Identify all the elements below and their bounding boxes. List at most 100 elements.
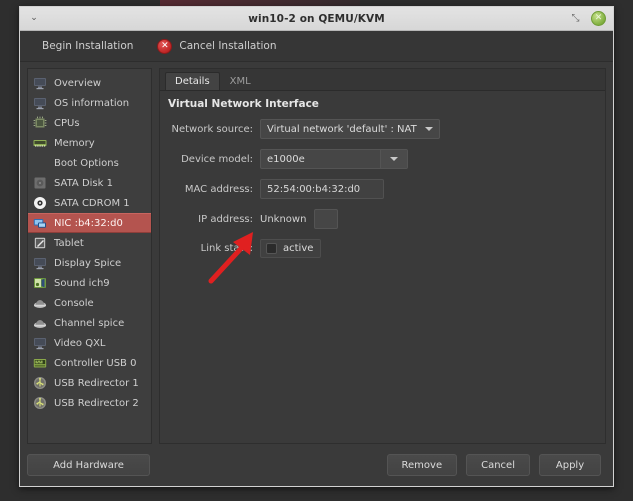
hardware-list[interactable]: Overview OS information CPUs Memory Boot O…	[27, 68, 152, 444]
cancel-installation-button[interactable]: ✕ Cancel Installation	[153, 36, 280, 57]
sidebar-item-label: SATA Disk 1	[54, 177, 113, 189]
ip-address-row: IP address: Unknown	[168, 209, 595, 229]
desktop-background: ⌄ win10-2 on QEMU/KVM ⤡ ✕ Begin Installa…	[0, 0, 633, 501]
cpu-chip-icon	[33, 116, 47, 130]
monitor-icon	[33, 336, 47, 350]
sidebar-item-display-spice[interactable]: Display Spice	[28, 253, 151, 273]
window-footer: Add Hardware Remove Cancel Apply	[20, 444, 613, 486]
sidebar-item-controller-usb-0[interactable]: Controller USB 0	[28, 353, 151, 373]
sidebar-item-label: Channel spice	[54, 317, 125, 329]
close-icon[interactable]: ✕	[591, 11, 606, 26]
ip-address-refresh-box[interactable]	[314, 209, 339, 229]
window-titlebar[interactable]: ⌄ win10-2 on QEMU/KVM ⤡ ✕	[20, 7, 613, 31]
sidebar-item-overview[interactable]: Overview	[28, 73, 151, 93]
window-title: win10-2 on QEMU/KVM	[248, 12, 385, 25]
network-source-label: Network source:	[171, 123, 253, 135]
sidebar-item-label: Controller USB 0	[54, 357, 137, 369]
sidebar-item-channel-spice[interactable]: Channel spice	[28, 313, 151, 333]
link-state-row: Link state: active	[168, 239, 595, 258]
network-source-value: Virtual network 'default' : NAT	[267, 123, 417, 135]
device-model-dropdown[interactable]: e1000e	[260, 149, 408, 169]
sidebar-item-nic-b4-32-d0[interactable]: NIC :b4:32:d0	[28, 213, 151, 233]
restore-icon[interactable]: ⤡	[569, 12, 582, 25]
chevron-down-icon[interactable]: ⌄	[27, 12, 41, 26]
usb-redirector-icon	[33, 376, 47, 390]
ip-address-value: Unknown	[260, 213, 307, 225]
chevron-down-icon	[424, 127, 433, 131]
details-pane: Details XML Virtual Network Interface Ne…	[159, 68, 606, 444]
cancel-button[interactable]: Cancel	[466, 454, 530, 476]
sidebar-item-label: USB Redirector 1	[54, 377, 139, 389]
no-icon-placeholder	[33, 156, 47, 170]
monitor-icon	[33, 96, 47, 110]
device-model-row: Device model: e1000e	[168, 149, 595, 169]
tab-xml[interactable]: XML	[220, 72, 261, 90]
network-card-icon	[33, 216, 47, 230]
add-hardware-button[interactable]: Add Hardware	[27, 454, 150, 476]
monitor-icon	[33, 76, 47, 90]
mac-address-field[interactable]: 52:54:00:b4:32:d0	[260, 179, 384, 199]
tab-strip: Details XML	[160, 69, 605, 91]
sidebar-item-sata-cdrom-1[interactable]: SATA CDROM 1	[28, 193, 151, 213]
sidebar-item-label: Console	[54, 297, 94, 309]
cancel-icon: ✕	[157, 38, 173, 54]
usb-redirector-icon	[33, 396, 47, 410]
sidebar-item-label: SATA CDROM 1	[54, 197, 130, 209]
cdrom-icon	[33, 196, 47, 210]
pane-heading: Virtual Network Interface	[168, 98, 319, 110]
disk-icon	[33, 176, 47, 190]
console-icon	[33, 296, 47, 310]
sidebar-item-usb-redirector-1[interactable]: USB Redirector 1	[28, 373, 151, 393]
tab-details[interactable]: Details	[165, 72, 220, 90]
sidebar-item-tablet[interactable]: Tablet	[28, 233, 151, 253]
sidebar-item-cpus[interactable]: CPUs	[28, 113, 151, 133]
window-body: Overview OS information CPUs Memory Boot O…	[20, 62, 613, 444]
sidebar-item-usb-redirector-2[interactable]: USB Redirector 2	[28, 393, 151, 413]
vm-details-window: ⌄ win10-2 on QEMU/KVM ⤡ ✕ Begin Installa…	[19, 6, 614, 487]
sidebar-item-label: Display Spice	[54, 257, 122, 269]
mac-address-label: MAC address:	[184, 183, 253, 195]
sidebar-item-memory[interactable]: Memory	[28, 133, 151, 153]
sidebar-item-label: Tablet	[54, 237, 84, 249]
link-state-label: Link state:	[200, 243, 253, 254]
window-controls: ⤡ ✕	[569, 11, 606, 26]
sidebar-item-video-qxl[interactable]: Video QXL	[28, 333, 151, 353]
network-source-row: Network source: Virtual network 'default…	[168, 119, 595, 139]
sidebar-item-label: Memory	[54, 137, 95, 149]
sidebar-item-label: USB Redirector 2	[54, 397, 139, 409]
begin-installation-label: Begin Installation	[42, 40, 134, 52]
chevron-down-icon[interactable]	[380, 150, 407, 168]
tablet-pen-icon	[33, 236, 47, 250]
begin-installation-button[interactable]: Begin Installation	[38, 37, 137, 55]
sidebar-item-label: Sound ich9	[54, 277, 110, 289]
mac-address-row: MAC address: 52:54:00:b4:32:d0	[168, 179, 595, 199]
device-model-value: e1000e	[267, 153, 305, 165]
ip-address-label: IP address:	[198, 213, 253, 225]
sidebar-item-sound-ich9[interactable]: Sound ich9	[28, 273, 151, 293]
installation-toolbar: Begin Installation ✕ Cancel Installation	[20, 31, 613, 62]
remove-button[interactable]: Remove	[386, 454, 458, 476]
apply-button[interactable]: Apply	[539, 454, 601, 476]
sidebar-item-sata-disk-1[interactable]: SATA Disk 1	[28, 173, 151, 193]
sidebar-item-label: Boot Options	[54, 157, 119, 169]
sidebar-item-label: NIC :b4:32:d0	[54, 217, 123, 229]
link-state-control[interactable]: active	[260, 239, 322, 258]
link-state-checkbox-label: active	[283, 243, 314, 254]
sound-icon	[33, 276, 47, 290]
controller-icon	[33, 356, 47, 370]
device-model-label: Device model:	[181, 153, 253, 165]
sidebar-item-console[interactable]: Console	[28, 293, 151, 313]
sidebar-item-label: OS information	[54, 97, 130, 109]
monitor-icon	[33, 256, 47, 270]
sidebar-item-label: Video QXL	[54, 337, 106, 349]
memory-stick-icon	[33, 136, 47, 150]
sidebar-item-boot-options[interactable]: Boot Options	[28, 153, 151, 173]
console-icon	[33, 316, 47, 330]
link-state-checkbox[interactable]	[266, 243, 277, 254]
network-interface-form: Virtual Network Interface Network source…	[160, 91, 605, 443]
sidebar-item-os-information[interactable]: OS information	[28, 93, 151, 113]
network-source-dropdown[interactable]: Virtual network 'default' : NAT	[260, 119, 440, 139]
caret-shape	[390, 157, 398, 161]
sidebar-item-label: CPUs	[54, 117, 80, 129]
cancel-installation-label: Cancel Installation	[179, 40, 277, 52]
